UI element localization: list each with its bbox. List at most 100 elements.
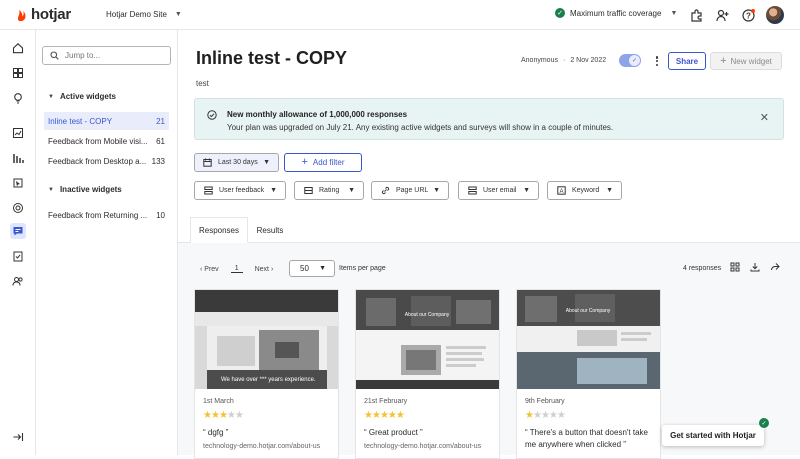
date-range-selector[interactable]: Last 30 days ▼ [194,153,279,172]
filter-page-url[interactable]: Page URL ▼ [371,181,449,200]
caret-down-icon: ▼ [48,93,54,100]
feedback-icon[interactable] [10,223,26,239]
grid-view-icon[interactable] [729,261,741,273]
star-filled-icon: ★ [203,410,212,421]
rating-filter-icon [304,187,313,194]
page-subtitle: test [196,79,209,88]
more-options-icon[interactable] [653,54,661,68]
nav-rail [0,30,36,455]
add-filter-button[interactable]: + Add filter [284,153,362,172]
chevron-down-icon: ▼ [270,187,277,194]
next-button[interactable]: Next › [255,266,274,273]
star-rating: ★★★★★ [364,410,405,421]
widget-name: Feedback from Returning ... [48,210,148,220]
widget-item[interactable]: Feedback from Returning ... 10 [44,206,169,224]
email-filter-icon [468,186,477,195]
inactive-widgets-toggle[interactable]: ▼ Inactive widgets [48,185,122,194]
response-date: 9th February [525,398,565,405]
widget-item[interactable]: Inline test - COPY 21 [44,112,169,130]
created-date: 2 Nov 2022 [570,57,607,64]
response-card[interactable]: About our Company 21st February ★★★★★ “ … [355,289,500,459]
new-widget-button[interactable]: + New widget [710,52,782,70]
filter-keyword[interactable]: A Keyword ▼ [547,181,622,200]
lightbulb-icon[interactable] [10,90,26,106]
response-text: “ dgfg ” [203,428,229,437]
chevron-down-icon: ▼ [433,187,440,194]
widget-count: 10 [156,210,165,220]
check-badge-icon: ✓ [759,418,769,428]
response-date: 1st March [203,398,234,405]
traffic-coverage-selector[interactable]: ✓ Maximum traffic coverage ▼ [555,8,677,18]
get-started-button[interactable]: Get started with Hotjar [662,425,764,446]
tab-results[interactable]: Results [248,217,292,243]
screenshot-thumbnail: About our Company [356,290,499,389]
tab-responses[interactable]: Responses [190,217,248,243]
heatmaps-icon[interactable] [10,200,26,216]
svg-text:A: A [559,189,563,195]
meta-separator: · [562,57,566,64]
star-rating: ★★★★★ [203,410,244,421]
star-filled-icon: ★ [395,410,405,421]
per-page-select[interactable]: 50 ▼ [289,260,335,277]
main-content: Inline test - COPY test Anonymous · 2 No… [178,30,800,459]
integrations-puzzle-icon[interactable] [689,8,703,22]
banner-text: Your plan was upgraded on July 21. Any e… [227,123,614,132]
filter-label: User feedback [219,187,265,194]
page-url: technology-demo.hotjar.com/about-us [203,443,321,450]
user-avatar[interactable] [766,6,784,24]
pagination: ‹ Prev 1 Next › [200,265,273,273]
dashboards-icon[interactable] [10,65,26,81]
trends-icon[interactable] [10,125,26,141]
home-icon[interactable] [10,40,26,56]
funnels-icon[interactable] [10,150,26,166]
download-icon[interactable] [749,261,761,273]
filter-user-email[interactable]: User email ▼ [458,181,539,200]
invite-user-icon[interactable] [715,8,729,22]
widget-item[interactable]: Feedback from Mobile visi... 61 [44,132,169,150]
recordings-icon[interactable] [10,175,26,191]
star-rating: ★★★★★ [525,410,566,421]
site-selector[interactable]: Hotjar Demo Site ▼ [106,10,182,19]
add-filter-label: Add filter [312,158,345,167]
widget-meta: Anonymous · 2 Nov 2022 [521,57,606,64]
active-widgets-toggle[interactable]: ▼ Active widgets [48,92,116,101]
filter-label: Keyword [572,187,600,194]
date-range-label: Last 30 days [218,159,258,166]
chevron-down-icon: ▼ [606,187,613,194]
close-icon[interactable]: ✕ [760,111,769,124]
star-filled-icon: ★ [210,410,220,421]
filter-user-feedback[interactable]: User feedback ▼ [194,181,286,200]
widget-item[interactable]: Feedback from Desktop a... 133 [44,152,169,170]
chevron-down-icon: ▼ [263,159,270,166]
surveys-icon[interactable] [10,248,26,264]
widget-enabled-toggle[interactable]: ✓ [619,54,641,67]
response-text: “ There's a button that doesn't take me … [525,428,648,449]
widget-count: 61 [156,136,165,146]
star-empty-icon: ★ [540,410,550,421]
keyword-icon: A [557,186,566,195]
plus-icon: + [720,54,727,67]
new-widget-label: New widget [730,56,772,66]
response-card[interactable]: We have over *** years experience. 1st M… [194,289,339,459]
help-icon[interactable]: ? [741,8,755,22]
allowance-banner: New monthly allowance of 1,000,000 respo… [194,98,784,140]
star-empty-icon: ★ [234,410,244,421]
widget-name: Inline test - COPY [48,116,113,126]
responses-panel: ‹ Prev 1 Next › 50 ▼ Items per page 4 re… [178,243,800,459]
site-name: Hotjar Demo Site [106,10,167,19]
prev-label: Prev [204,265,219,273]
response-card[interactable]: About our Company 9th February ★★★★★ “ T… [516,289,661,459]
expand-sidebar-icon[interactable] [10,429,26,445]
share-button[interactable]: Share [668,52,706,70]
share-arrow-icon[interactable] [769,261,781,273]
filter-rating[interactable]: Rating ▼ [294,181,364,200]
search-input[interactable]: Jump to... [42,46,171,65]
star-empty-icon: ★ [226,410,236,421]
widget-count: 21 [156,116,165,126]
svg-text:?: ? [746,11,751,20]
widget-count: 133 [151,156,165,166]
prev-button[interactable]: ‹ Prev [200,266,219,273]
hotjar-logo[interactable]: hotjar [16,6,78,23]
response-text: “ Great product ” [364,428,423,437]
user-interviews-icon[interactable] [10,273,26,289]
